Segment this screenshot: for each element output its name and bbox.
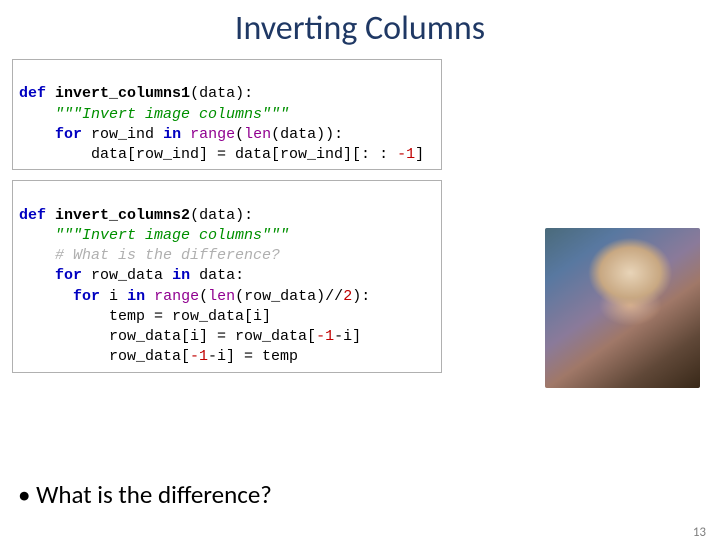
docstring-1: """Invert image columns""" <box>55 106 289 123</box>
var-row-ind: row_ind <box>91 126 154 143</box>
line-assign-a: row_data[i] = row_data[ <box>109 328 316 345</box>
body-slice-b: ] <box>415 146 424 163</box>
slide-title: Inverting Columns <box>0 8 720 49</box>
var-i: i <box>109 288 118 305</box>
builtin-len: len <box>244 126 271 143</box>
args-2: (data): <box>190 207 253 224</box>
code-block-1: def invert_columns1(data): """Invert ima… <box>12 59 442 170</box>
kw-for-2: for <box>55 267 82 284</box>
kw-in: in <box>163 126 181 143</box>
line-temp: temp = row_data[i] <box>109 308 271 325</box>
line-assign-d: -i] = temp <box>208 348 298 365</box>
num-two: 2 <box>343 288 352 305</box>
args-1: (data): <box>190 85 253 102</box>
docstring-2: """Invert image columns""" <box>55 227 289 244</box>
bullet-question: • What is the difference? <box>18 479 272 510</box>
bullet-text: • What is the difference? <box>18 479 272 510</box>
expr-data: (data)): <box>271 126 343 143</box>
id-data: data: <box>199 267 244 284</box>
code-block-2: def invert_columns2(data): """Invert ima… <box>12 180 442 372</box>
func-name-2: invert_columns2 <box>55 207 190 224</box>
builtin-len-2: len <box>208 288 235 305</box>
lena-image <box>545 228 700 388</box>
kw-for: for <box>55 126 82 143</box>
kw-def-2: def <box>19 207 46 224</box>
line-assign-b: -i] <box>334 328 361 345</box>
kw-for-3: for <box>73 288 100 305</box>
var-row-data: row_data <box>91 267 163 284</box>
kw-in-2: in <box>172 267 190 284</box>
kw-def: def <box>19 85 46 102</box>
comment-diff: # What is the difference? <box>55 247 280 264</box>
neg-one: -1 <box>397 146 415 163</box>
neg-one-2a: -1 <box>316 328 334 345</box>
close-paren: ): <box>352 288 370 305</box>
body-slice-a: data[row_ind] = data[row_ind][: : <box>91 146 397 163</box>
neg-one-2b: -1 <box>190 348 208 365</box>
kw-in-3: in <box>127 288 145 305</box>
page-number: 13 <box>693 525 706 540</box>
func-name-1: invert_columns1 <box>55 85 190 102</box>
builtin-range: range <box>190 126 235 143</box>
line-assign-c: row_data[ <box>109 348 190 365</box>
rowdata-expr: (row_data)// <box>235 288 343 305</box>
builtin-range-2: range <box>154 288 199 305</box>
